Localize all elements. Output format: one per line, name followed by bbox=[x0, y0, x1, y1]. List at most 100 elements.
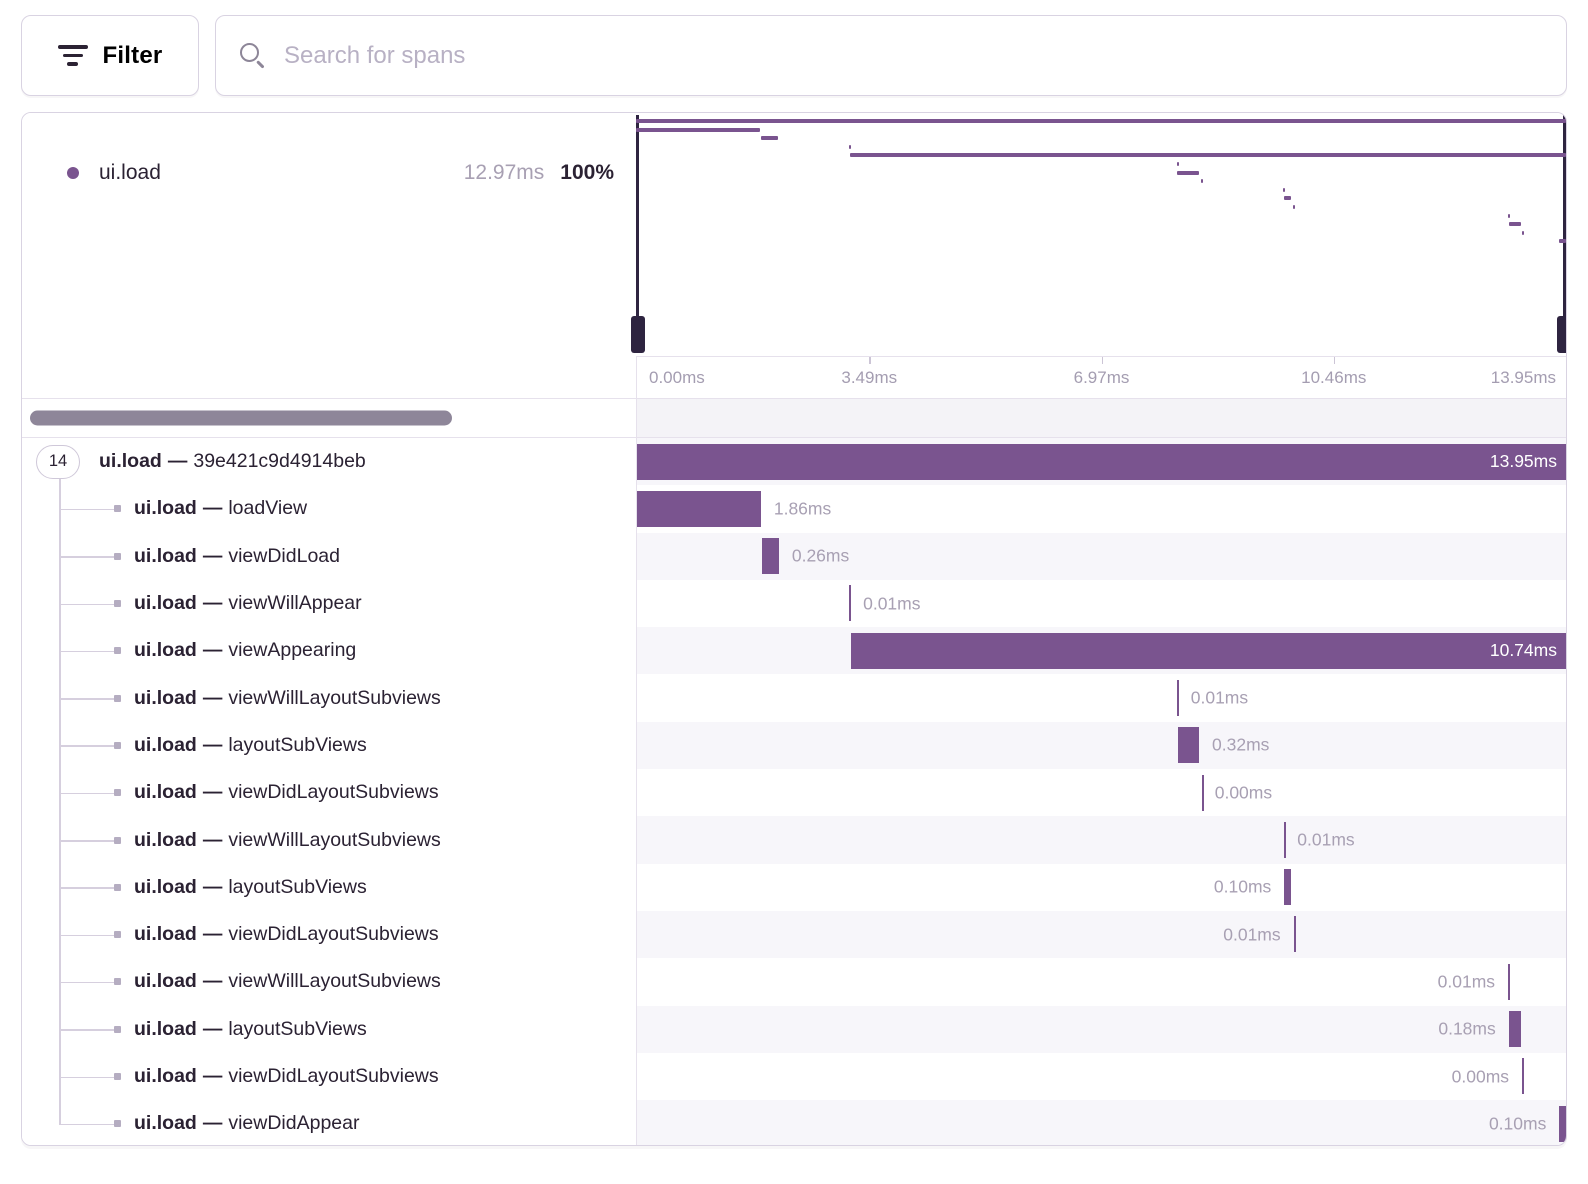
tree-bullet bbox=[114, 1120, 121, 1127]
tree-connector-line bbox=[59, 840, 115, 842]
span-duration-bar[interactable]: 13.95ms bbox=[637, 444, 1566, 480]
children-count-badge[interactable]: 14 bbox=[36, 445, 80, 479]
span-tree-cell[interactable]: ui.load—viewWillLayoutSubviews bbox=[22, 958, 636, 1005]
span-duration-bar[interactable] bbox=[637, 491, 761, 527]
span-duration-bar[interactable]: 10.74ms bbox=[851, 633, 1566, 669]
span-tree-cell[interactable]: ui.load—layoutSubViews bbox=[22, 722, 636, 769]
span-tree-cell[interactable]: ui.load—viewAppearing bbox=[22, 627, 636, 674]
span-duration-text: 0.10ms bbox=[1214, 877, 1271, 898]
axis-tick-label: 0.00ms bbox=[649, 368, 705, 388]
span-duration-text: 0.18ms bbox=[1438, 1019, 1495, 1040]
span-row[interactable]: ui.load—viewWillLayoutSubviews0.01ms bbox=[22, 816, 1566, 863]
op-name: ui.load bbox=[99, 161, 161, 185]
tree-bullet bbox=[114, 742, 121, 749]
span-duration-bar[interactable] bbox=[1522, 1058, 1524, 1094]
toolbar: Filter bbox=[0, 0, 1588, 96]
span-tree-cell[interactable]: ui.load—viewDidLoad bbox=[22, 533, 636, 580]
span-tree-cell[interactable]: ui.load—viewWillLayoutSubviews bbox=[22, 674, 636, 721]
minimap-span-bar bbox=[849, 145, 851, 149]
tree-bullet bbox=[114, 837, 121, 844]
span-duration-bar[interactable] bbox=[1284, 822, 1286, 858]
span-tree-cell[interactable]: ui.load—viewDidLayoutSubviews bbox=[22, 769, 636, 816]
span-tree-cell[interactable]: ui.load—viewDidLayoutSubviews bbox=[22, 911, 636, 958]
trace-waterfall-panel: ui.load 12.97ms 100% 0.00ms3.49ms6.97ms1… bbox=[21, 112, 1567, 1146]
search-box[interactable] bbox=[215, 15, 1567, 96]
span-row[interactable]: ui.load—viewWillLayoutSubviews0.01ms bbox=[22, 958, 1566, 1005]
tree-bullet bbox=[114, 789, 121, 796]
span-row[interactable]: ui.load—viewDidLayoutSubviews0.01ms bbox=[22, 911, 1566, 958]
tree-connector-line bbox=[59, 556, 115, 558]
span-duration-text: 0.01ms bbox=[863, 593, 920, 614]
minimap-span-bar bbox=[1559, 239, 1566, 243]
axis-tick-mark bbox=[1102, 357, 1104, 364]
tree-bullet bbox=[114, 553, 121, 560]
span-tree-cell[interactable]: ui.load—viewWillAppear bbox=[22, 580, 636, 627]
span-row[interactable]: ui.load—layoutSubViews 0.18ms bbox=[22, 1006, 1566, 1053]
filter-button[interactable]: Filter bbox=[21, 15, 199, 96]
divider-right-spacer bbox=[636, 399, 1566, 437]
span-duration-bar[interactable] bbox=[1202, 775, 1204, 811]
span-row[interactable]: ui.load—viewWillLayoutSubviews 0.01ms bbox=[22, 674, 1566, 721]
span-tree-cell[interactable]: ui.load—layoutSubViews bbox=[22, 1006, 636, 1053]
span-tree-cell[interactable]: ui.load—viewWillLayoutSubviews bbox=[22, 816, 636, 863]
filter-icon bbox=[58, 45, 88, 66]
ops-breakdown: ui.load 12.97ms 100% bbox=[22, 113, 636, 398]
tree-bullet bbox=[114, 600, 121, 607]
span-bar-cell: 0.01ms bbox=[636, 674, 1566, 721]
span-duration-text: 0.01ms bbox=[1191, 688, 1248, 709]
tree-connector-line bbox=[59, 651, 115, 653]
minimap-span-bar bbox=[636, 128, 760, 132]
span-duration-bar[interactable] bbox=[1178, 727, 1199, 763]
span-duration-bar[interactable] bbox=[849, 585, 851, 621]
tree-bullet bbox=[114, 884, 121, 891]
minimap-left-grip[interactable] bbox=[631, 316, 645, 353]
span-row[interactable]: ui.load—viewAppearing 10.74ms bbox=[22, 627, 1566, 674]
span-row[interactable]: ui.load—viewDidLoad 0.26ms bbox=[22, 533, 1566, 580]
span-row[interactable]: ui.load—viewDidLayoutSubviews 0.00ms bbox=[22, 769, 1566, 816]
minimap-span-bar bbox=[1509, 222, 1521, 226]
minimap-span-bar bbox=[1177, 162, 1179, 166]
span-row[interactable]: ui.load—layoutSubViews 0.10ms bbox=[22, 864, 1566, 911]
minimap-span-bar bbox=[850, 153, 1566, 157]
tree-bullet bbox=[114, 978, 121, 985]
span-row[interactable]: ui.load—viewDidAppear0.10ms bbox=[22, 1100, 1566, 1146]
minimap-span-bar bbox=[636, 119, 1566, 123]
span-row[interactable]: ui.load—loadView1.86ms bbox=[22, 485, 1566, 532]
ops-breakdown-row[interactable]: ui.load 12.97ms 100% bbox=[22, 113, 636, 185]
span-duration-bar[interactable] bbox=[762, 538, 779, 574]
span-row[interactable]: ui.load—layoutSubViews0.32ms bbox=[22, 722, 1566, 769]
op-color-dot bbox=[67, 167, 79, 179]
span-bar-cell: 0.01ms bbox=[636, 911, 1566, 958]
minimap-span-bar bbox=[761, 136, 778, 140]
horizontal-scrollbar[interactable] bbox=[30, 411, 452, 426]
span-bar-cell: 10.74ms bbox=[636, 627, 1566, 674]
span-duration-bar[interactable] bbox=[1509, 1011, 1521, 1047]
span-bar-cell: 0.00ms bbox=[636, 769, 1566, 816]
span-tree-cell[interactable]: ui.load—viewDidLayoutSubviews bbox=[22, 1053, 636, 1100]
span-row[interactable]: ui.load—viewDidLayoutSubviews0.00ms bbox=[22, 1053, 1566, 1100]
span-duration-bar[interactable] bbox=[1294, 916, 1296, 952]
minimap-right-grip[interactable] bbox=[1557, 316, 1567, 353]
span-bar-cell: 0.01ms bbox=[636, 816, 1566, 863]
span-duration-text: 0.26ms bbox=[792, 546, 849, 567]
span-tree-cell[interactable]: 14ui.load—39e421c9d4914beb bbox=[22, 438, 636, 485]
span-duration-bar[interactable] bbox=[1559, 1106, 1566, 1142]
span-duration-text: 0.00ms bbox=[1215, 782, 1272, 803]
span-duration-bar[interactable] bbox=[1177, 680, 1179, 716]
minimap-span-bar bbox=[1508, 214, 1510, 218]
span-tree-cell[interactable]: ui.load—loadView bbox=[22, 485, 636, 532]
trace-minimap[interactable] bbox=[636, 113, 1566, 356]
span-tree-cell[interactable]: ui.load—viewDidAppear bbox=[22, 1100, 636, 1146]
span-duration-bar[interactable] bbox=[1508, 964, 1510, 1000]
axis-tick-label: 13.95ms bbox=[1491, 368, 1556, 388]
divider-row bbox=[22, 398, 1566, 438]
search-input[interactable] bbox=[284, 42, 1542, 70]
tree-connector-line bbox=[59, 1124, 115, 1126]
span-bar-cell: 0.01ms bbox=[636, 580, 1566, 627]
minimap-span-bar bbox=[1284, 196, 1291, 200]
span-tree-cell[interactable]: ui.load—layoutSubViews bbox=[22, 864, 636, 911]
span-row[interactable]: ui.load—viewWillAppear 0.01ms bbox=[22, 580, 1566, 627]
tree-connector-line bbox=[59, 1029, 115, 1031]
span-row[interactable]: 14ui.load—39e421c9d4914beb13.95ms bbox=[22, 438, 1566, 485]
span-duration-bar[interactable] bbox=[1284, 869, 1291, 905]
